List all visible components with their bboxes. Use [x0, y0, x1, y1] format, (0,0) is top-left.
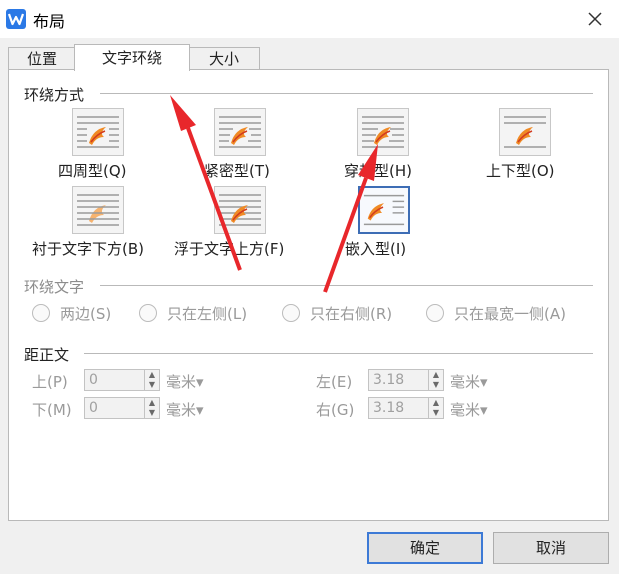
distance-top-unit[interactable]: 毫米▾: [166, 371, 204, 392]
window-title: 布局: [33, 12, 66, 31]
spin-down-icon[interactable]: ▼: [145, 380, 159, 390]
divider: [100, 285, 593, 286]
wrap-top-bottom-label: 上下型(O): [486, 162, 555, 180]
title-bar: 布局: [0, 0, 619, 38]
distance-right-input[interactable]: 3.18 ▲ ▼: [368, 397, 444, 419]
distance-top-input[interactable]: 0 ▲ ▼: [84, 369, 160, 391]
distance-left-unit[interactable]: 毫米▾: [450, 371, 488, 392]
distance-top-value: 0: [89, 372, 98, 388]
spin-arrows[interactable]: ▲ ▼: [144, 370, 159, 390]
spin-arrows[interactable]: ▲ ▼: [428, 370, 443, 390]
close-icon: [588, 12, 602, 26]
spin-up-icon[interactable]: ▲: [429, 370, 443, 380]
wrap-behind-text-icon[interactable]: [72, 186, 124, 234]
distance-bottom-input[interactable]: 0 ▲ ▼: [84, 397, 160, 419]
radio-right-only-label: 只在右侧(R): [310, 305, 393, 323]
wrap-text-title: 环绕文字: [24, 278, 85, 296]
wrap-square-icon[interactable]: [72, 108, 124, 156]
wrap-square-label: 四周型(Q): [58, 162, 127, 180]
radio-circle: [32, 304, 50, 322]
spin-down-icon[interactable]: ▼: [145, 408, 159, 418]
distance-right-unit[interactable]: 毫米▾: [450, 399, 488, 420]
tab-size[interactable]: 大小: [188, 47, 260, 70]
wrap-top-bottom-icon[interactable]: [499, 108, 551, 156]
tab-text-wrapping[interactable]: 文字环绕: [74, 44, 190, 71]
spin-down-icon[interactable]: ▼: [429, 380, 443, 390]
radio-largest-only-label: 只在最宽一侧(A): [454, 305, 566, 323]
distance-title: 距正文: [24, 346, 70, 364]
radio-both-sides-label: 两边(S): [60, 305, 112, 323]
wrap-in-front-icon[interactable]: [214, 186, 266, 234]
radio-circle: [139, 304, 157, 322]
wrap-through-label: 穿越型(H): [344, 162, 412, 180]
radio-circle: [282, 304, 300, 322]
spin-up-icon[interactable]: ▲: [145, 398, 159, 408]
wrap-inline-label: 嵌入型(I): [345, 240, 407, 258]
divider: [84, 353, 593, 354]
distance-right-value: 3.18: [373, 400, 405, 416]
close-button[interactable]: [583, 7, 607, 31]
distance-bottom-label: 下(M): [32, 401, 72, 419]
spin-up-icon[interactable]: ▲: [145, 370, 159, 380]
spin-up-icon[interactable]: ▲: [429, 398, 443, 408]
wrap-through-icon[interactable]: [357, 108, 409, 156]
divider: [100, 93, 593, 94]
wrap-inline-icon[interactable]: [358, 186, 410, 234]
distance-left-input[interactable]: 3.18 ▲ ▼: [368, 369, 444, 391]
distance-top-label: 上(P): [32, 373, 68, 391]
distance-bottom-unit[interactable]: 毫米▾: [166, 399, 204, 420]
tab-position[interactable]: 位置: [8, 47, 76, 70]
wps-writer-icon: [6, 9, 26, 29]
distance-left-label: 左(E): [316, 373, 353, 391]
distance-right-label: 右(G): [316, 401, 355, 419]
distance-left-value: 3.18: [373, 372, 405, 388]
wrap-behind-text-label: 衬于文字下方(B): [32, 240, 144, 258]
wrap-style-title: 环绕方式: [24, 86, 85, 104]
cancel-button[interactable]: 取消: [493, 532, 609, 564]
spin-down-icon[interactable]: ▼: [429, 408, 443, 418]
ok-button[interactable]: 确定: [367, 532, 483, 564]
distance-bottom-value: 0: [89, 400, 98, 416]
wrap-tight-icon[interactable]: [214, 108, 266, 156]
wrap-tight-label: 紧密型(T): [204, 162, 270, 180]
wrap-in-front-label: 浮于文字上方(F): [174, 240, 285, 258]
spin-arrows[interactable]: ▲ ▼: [428, 398, 443, 418]
spin-arrows[interactable]: ▲ ▼: [144, 398, 159, 418]
radio-circle: [426, 304, 444, 322]
radio-left-only-label: 只在左侧(L): [167, 305, 248, 323]
